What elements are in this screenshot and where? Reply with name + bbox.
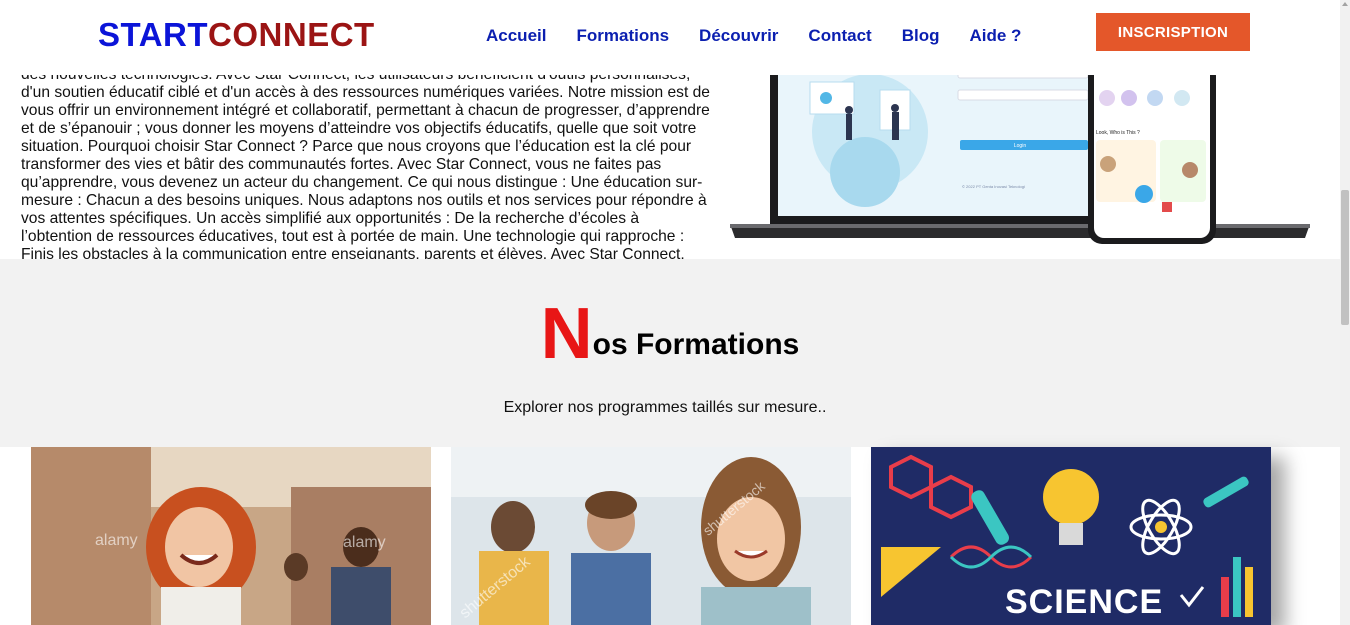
scroll-up-arrow-icon[interactable] <box>1342 2 1348 6</box>
login-button-text: Login <box>1014 143 1026 149</box>
formation-card-3[interactable]: SCIENCE <box>871 447 1271 625</box>
mockup-look-label: Look, Who is This ? <box>1096 130 1140 136</box>
nav-link-blog[interactable]: Blog <box>902 26 940 46</box>
formations-title: Nos Formations <box>0 293 1340 375</box>
nav-link-aide[interactable]: Aide ? <box>969 26 1021 46</box>
about-description: des nouvelles technologies. Avec Star Co… <box>21 66 710 281</box>
formations-subtitle: Explorer nos programmes taillés sur mesu… <box>503 399 827 416</box>
devices-illustration: Login © 2022 PT Genta Inovasi Teknologi … <box>730 62 1310 244</box>
formation-card-2-image: shutterstock shutterstock <box>451 447 851 625</box>
formation-card-1[interactable]: alamy alamy <box>31 447 431 625</box>
card-1-watermark-a: alamy <box>95 532 138 549</box>
brand-logo[interactable]: STARTCONNECT <box>98 16 375 54</box>
card-1-watermark-b: alamy <box>343 534 386 551</box>
brand-logo-part2: CONNECT <box>208 16 375 53</box>
formations-title-initial: N <box>540 294 593 374</box>
formation-card-1-image: alamy alamy <box>31 447 431 625</box>
formations-title-rest: os Formations <box>592 328 800 361</box>
formation-card-3-image: SCIENCE <box>871 447 1271 625</box>
navbar: STARTCONNECT Accueil Formations Découvri… <box>0 0 1340 75</box>
nav-link-formations[interactable]: Formations <box>576 26 669 46</box>
science-label: SCIENCE <box>1005 583 1163 621</box>
nav-link-contact[interactable]: Contact <box>808 26 871 46</box>
mockup-footer-note: © 2022 PT Genta Inovasi Teknologi <box>962 184 1025 189</box>
nav-link-decouvrir[interactable]: Découvrir <box>699 26 778 46</box>
signup-button[interactable]: INSCRISPTION <box>1096 13 1250 51</box>
scrollbar-thumb[interactable] <box>1341 190 1349 325</box>
formation-card-2[interactable]: shutterstock shutterstock <box>451 447 851 625</box>
brand-logo-part1: START <box>98 16 209 53</box>
nav-link-accueil[interactable]: Accueil <box>486 26 546 46</box>
main-nav: Accueil Formations Découvrir Contact Blo… <box>486 26 1021 46</box>
page-scrollbar[interactable] <box>1340 0 1350 625</box>
